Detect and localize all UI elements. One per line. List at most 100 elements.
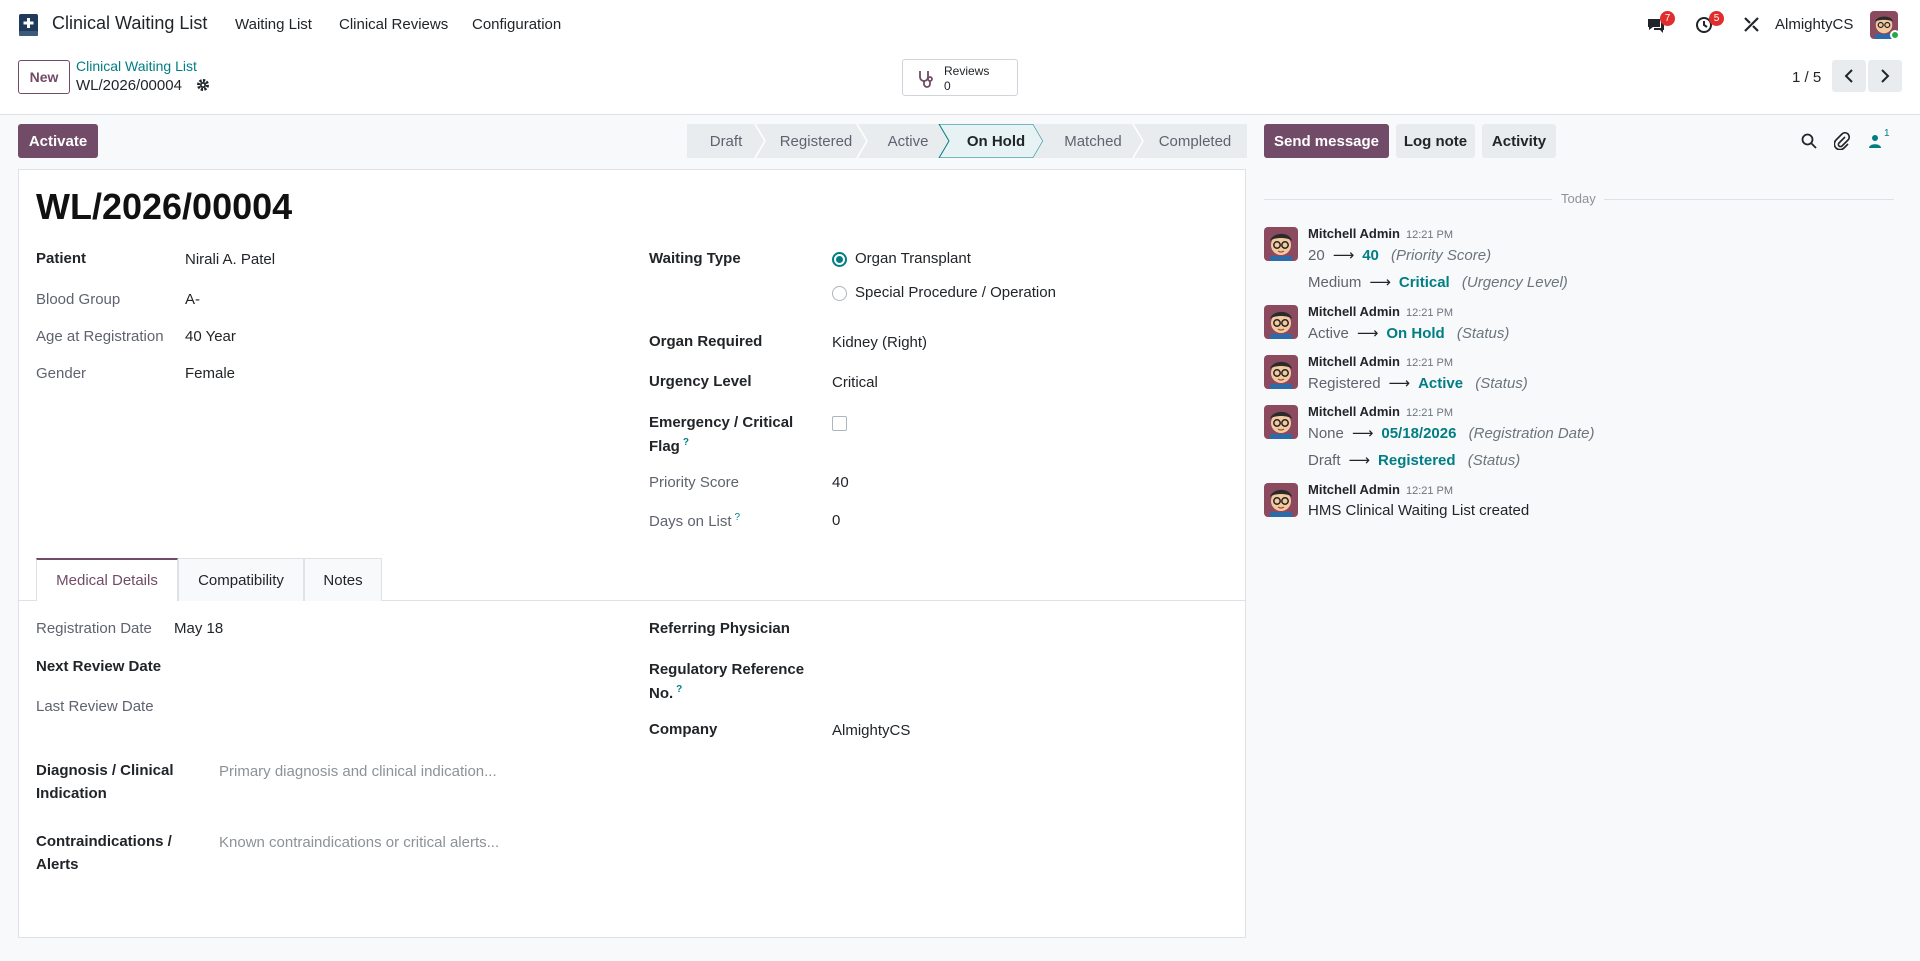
old-value: Medium	[1308, 274, 1362, 291]
breadcrumb-parent[interactable]: Clinical Waiting List	[76, 58, 197, 74]
tools-icon[interactable]	[1743, 16, 1760, 33]
company-switcher[interactable]: AlmightyCS	[1775, 16, 1853, 33]
regulatory-label-line1: Regulatory Reference	[649, 661, 805, 678]
radio-organ-transplant[interactable]	[832, 252, 847, 267]
message-avatar[interactable]	[1264, 483, 1298, 517]
log-note-button[interactable]: Log note	[1396, 124, 1475, 158]
arrow-right-icon: ⟶	[1351, 425, 1374, 442]
stethoscope-icon	[919, 71, 933, 88]
message-author[interactable]: Mitchell Admin 12:21 PM	[1308, 354, 1453, 369]
urgency-field[interactable]: Critical	[832, 374, 878, 391]
emergency-flag-checkbox[interactable]	[832, 416, 847, 431]
contraindications-label-line2: Alerts	[36, 856, 79, 873]
diagnosis-label-line1: Diagnosis / Clinical	[36, 762, 174, 779]
activate-button[interactable]: Activate	[18, 124, 98, 158]
tab-notes[interactable]: Notes	[304, 558, 382, 601]
message-avatar[interactable]	[1264, 355, 1298, 389]
message-author[interactable]: Mitchell Admin 12:21 PM	[1308, 304, 1453, 319]
new-value: Active	[1418, 375, 1464, 392]
patient-label: Patient	[36, 250, 87, 267]
author-name[interactable]: Mitchell Admin	[1308, 404, 1400, 419]
stage-active[interactable]: Active	[867, 124, 949, 158]
gear-icon[interactable]	[196, 78, 210, 92]
old-value: Registered	[1308, 375, 1381, 392]
record-title: WL/2026/00004	[36, 186, 293, 227]
emergency-label-text: Flag	[649, 438, 680, 455]
waiting-type-label: Waiting Type	[649, 250, 741, 267]
stage-on-hold[interactable]: On Hold	[949, 124, 1043, 158]
pager-previous-button[interactable]	[1832, 60, 1866, 92]
tracking-value: Registered ⟶ Active (Status)	[1308, 374, 1528, 392]
message-author[interactable]: Mitchell Admin 12:21 PM	[1308, 404, 1453, 419]
paperclip-icon[interactable]	[1834, 132, 1850, 150]
message-author[interactable]: Mitchell Admin 12:21 PM	[1308, 226, 1453, 241]
message-avatar[interactable]	[1264, 305, 1298, 339]
menu-waiting-list[interactable]: Waiting List	[235, 16, 312, 33]
registration-date-field[interactable]: May 18	[174, 620, 223, 637]
next-review-label: Next Review Date	[36, 658, 162, 675]
diagnosis-input[interactable]: Primary diagnosis and clinical indicatio…	[219, 763, 497, 780]
tracking-value: 20 ⟶ 40 (Priority Score)	[1308, 246, 1491, 264]
help-icon[interactable]: ?	[676, 684, 682, 695]
priority-label: Priority Score	[649, 474, 740, 491]
date-separator: Today	[1561, 191, 1596, 206]
pager-value[interactable]: 1 / 5	[1792, 69, 1821, 86]
author-name[interactable]: Mitchell Admin	[1308, 482, 1400, 497]
activity-button[interactable]: Activity	[1482, 124, 1556, 158]
waiting-type-option-procedure[interactable]: Special Procedure / Operation	[855, 284, 1056, 301]
age-field: 40 Year	[185, 328, 236, 345]
reviews-smart-button[interactable]: Reviews 0	[902, 59, 1018, 96]
days-label-text: Days on List	[649, 513, 732, 530]
message-author[interactable]: Mitchell Admin 12:21 PM	[1308, 482, 1453, 497]
help-icon[interactable]: ?	[735, 512, 741, 523]
days-label: Days on List?	[649, 512, 740, 530]
waiting-type-option-organ[interactable]: Organ Transplant	[855, 250, 971, 267]
app-name[interactable]: Clinical Waiting List	[52, 13, 207, 34]
form-sheet	[18, 169, 1246, 938]
menu-configuration[interactable]: Configuration	[472, 16, 561, 33]
help-icon[interactable]: ?	[683, 437, 689, 448]
organ-field[interactable]: Kidney (Right)	[832, 334, 927, 351]
stage-draft[interactable]: Draft	[687, 124, 765, 158]
field-name: (Status)	[1452, 325, 1510, 342]
field-name: (Registration Date)	[1464, 425, 1595, 442]
contraindications-input[interactable]: Known contraindications or critical aler…	[219, 834, 499, 851]
pager-next-button[interactable]	[1868, 60, 1902, 92]
author-name[interactable]: Mitchell Admin	[1308, 354, 1400, 369]
stage-completed[interactable]: Completed	[1143, 124, 1247, 158]
tab-compatibility[interactable]: Compatibility	[178, 558, 304, 601]
diagnosis-label-line2: Indication	[36, 785, 107, 802]
message-avatar[interactable]	[1264, 227, 1298, 261]
stage-registered[interactable]: Registered	[765, 124, 867, 158]
tracking-value: Medium ⟶ Critical (Urgency Level)	[1308, 273, 1568, 291]
new-button[interactable]: New	[18, 60, 70, 94]
company-label: Company	[649, 721, 718, 738]
old-value: Active	[1308, 325, 1349, 342]
new-value: Registered	[1378, 452, 1456, 469]
stage-matched[interactable]: Matched	[1043, 124, 1143, 158]
author-name[interactable]: Mitchell Admin	[1308, 304, 1400, 319]
message-avatar[interactable]	[1264, 405, 1298, 439]
person-icon[interactable]	[1869, 134, 1881, 148]
medical-book-icon[interactable]	[18, 14, 39, 36]
send-message-button[interactable]: Send message	[1264, 124, 1389, 158]
arrow-right-icon: ⟶	[1356, 325, 1379, 342]
company-field[interactable]: AlmightyCS	[832, 722, 910, 739]
top-navbar: Clinical Waiting List Waiting List Clini…	[0, 0, 1920, 49]
new-value: On Hold	[1386, 325, 1445, 342]
reviews-label: Reviews	[944, 64, 990, 78]
emergency-label-line1: Emergency / Critical	[649, 414, 794, 431]
chevron-right-icon	[1881, 69, 1890, 83]
tracking-value: Active ⟶ On Hold (Status)	[1308, 324, 1509, 342]
search-icon[interactable]	[1801, 133, 1817, 149]
gender-field[interactable]: Female	[185, 365, 235, 382]
author-name[interactable]: Mitchell Admin	[1308, 226, 1400, 241]
age-label: Age at Registration	[36, 328, 164, 345]
patient-field[interactable]: Nirali A. Patel	[185, 251, 275, 268]
tab-medical-details[interactable]: Medical Details	[36, 558, 178, 601]
radio-special-procedure[interactable]	[832, 286, 847, 301]
field-name: (Priority Score)	[1386, 247, 1492, 264]
blood-group-field[interactable]: A-	[185, 291, 200, 308]
menu-clinical-reviews[interactable]: Clinical Reviews	[339, 16, 448, 33]
field-name: (Status)	[1463, 452, 1521, 469]
